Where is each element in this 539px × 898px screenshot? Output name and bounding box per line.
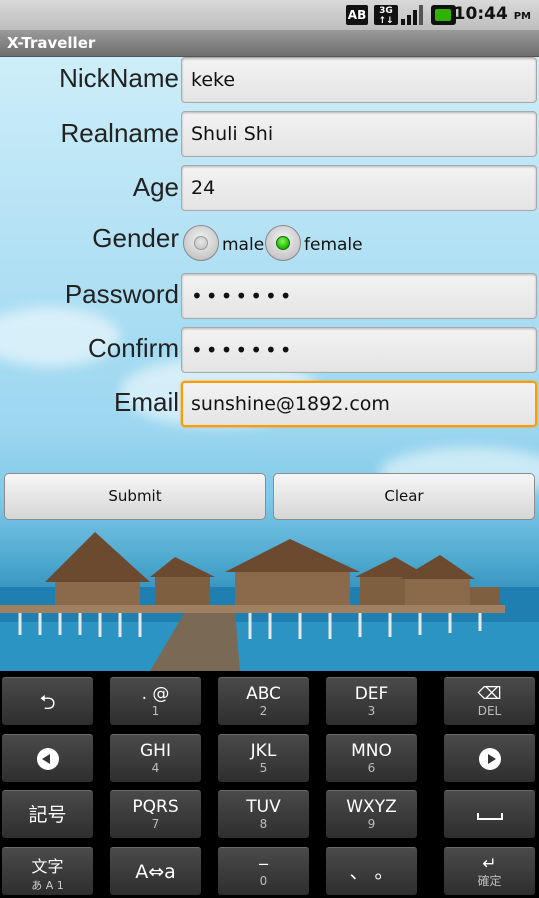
- battery-icon: [431, 5, 456, 25]
- key-4[interactable]: GHI 4: [110, 734, 201, 782]
- key-sublabel: 8: [259, 817, 268, 831]
- signal-strength-icon: [401, 5, 425, 25]
- key-sublabel: 5: [259, 761, 268, 775]
- key-9[interactable]: WXYZ 9: [326, 790, 417, 838]
- delete-key[interactable]: ⌫ DEL: [444, 677, 535, 725]
- email-label: Email: [113, 387, 179, 417]
- key-label: A⇔a: [135, 861, 176, 883]
- realname-label: Realname: [60, 118, 179, 148]
- password-input[interactable]: •••••••: [181, 273, 537, 319]
- confirm-label: Confirm: [87, 333, 179, 363]
- space-icon: [476, 813, 503, 820]
- age-label: Age: [132, 172, 179, 202]
- key-3[interactable]: DEF 3: [326, 677, 417, 725]
- key-sublabel: 3: [367, 704, 376, 718]
- key-label: . @: [141, 684, 170, 704]
- status-bar: AB 3G ↑↓ 10:44 PM: [0, 0, 539, 30]
- key-label: PQRS: [132, 797, 179, 817]
- app-title-bar: X-Traveller: [0, 30, 539, 57]
- resort-background-image: [0, 532, 539, 671]
- key-7[interactable]: PQRS 7: [110, 790, 201, 838]
- key-sublabel: 確定: [477, 874, 502, 888]
- left-arrow-key[interactable]: [2, 734, 93, 782]
- case-toggle-key[interactable]: A⇔a: [110, 847, 201, 895]
- realname-input[interactable]: Shuli Shi: [181, 111, 537, 157]
- app-title: X-Traveller: [7, 34, 96, 52]
- input-mode-key[interactable]: 文字あ A 1: [2, 847, 93, 895]
- key-label: GHI: [140, 741, 171, 761]
- right-arrow-icon: [478, 748, 501, 770]
- key-sublabel: 9: [367, 817, 376, 831]
- key-6[interactable]: MNO 6: [326, 734, 417, 782]
- undo-key[interactable]: ⮌: [2, 677, 93, 725]
- gender-male-label[interactable]: male: [222, 235, 264, 255]
- key-sublabel: 4: [151, 761, 160, 775]
- nickname-label: NickName: [59, 63, 179, 93]
- key-label: 、 。: [349, 861, 394, 883]
- punctuation-key[interactable]: 、 。: [326, 847, 417, 895]
- status-time: 10:44 PM: [453, 4, 531, 24]
- left-arrow-icon: [36, 748, 59, 770]
- age-input[interactable]: 24: [181, 165, 537, 211]
- key-sublabel: 6: [367, 761, 376, 775]
- key-label: DEF: [354, 684, 389, 704]
- key-label: 文字: [31, 857, 64, 876]
- right-arrow-key[interactable]: [444, 734, 535, 782]
- key-label: ‒: [258, 854, 269, 874]
- symbols-key[interactable]: 記号: [2, 790, 93, 838]
- key-label: WXYZ: [346, 797, 397, 817]
- enter-icon: ↵: [482, 854, 497, 874]
- gender-female-label[interactable]: female: [304, 235, 363, 255]
- registration-form: NickName keke Realname Shuli Shi Age 24 …: [0, 57, 539, 671]
- key-label: MNO: [351, 741, 392, 761]
- key-label: ABC: [246, 684, 281, 704]
- submit-button[interactable]: Submit: [4, 473, 266, 520]
- space-key[interactable]: [444, 790, 535, 838]
- key-label: TUV: [246, 797, 281, 817]
- key-2[interactable]: ABC 2: [218, 677, 309, 725]
- confirm-password-input[interactable]: •••••••: [181, 327, 537, 373]
- key-sublabel: 2: [259, 704, 268, 718]
- network-3g-icon: 3G ↑↓: [374, 5, 398, 26]
- email-input[interactable]: sunshine@1892.com: [181, 381, 537, 427]
- nickname-input[interactable]: keke: [181, 57, 537, 103]
- key-8[interactable]: TUV 8: [218, 790, 309, 838]
- ab-icon: AB: [346, 5, 368, 25]
- gender-label: Gender: [92, 223, 179, 253]
- gender-male-radio[interactable]: [183, 225, 219, 261]
- key-5[interactable]: JKL 5: [218, 734, 309, 782]
- key-sublabel: あ A 1: [31, 879, 64, 892]
- gender-female-radio[interactable]: [265, 225, 301, 261]
- delete-icon: ⌫: [477, 684, 502, 704]
- undo-icon: ⮌: [39, 690, 56, 714]
- key-sublabel: DEL: [477, 704, 502, 718]
- password-label: Password: [64, 279, 179, 309]
- key-label: JKL: [250, 741, 277, 761]
- clear-button[interactable]: Clear: [273, 473, 535, 520]
- key-sublabel: 7: [151, 817, 160, 831]
- key-sublabel: 1: [151, 704, 160, 718]
- key-0[interactable]: ‒ 0: [218, 847, 309, 895]
- radio-indicator: [194, 236, 208, 250]
- key-1[interactable]: . @1: [110, 677, 201, 725]
- key-sublabel: 0: [259, 874, 268, 888]
- soft-keyboard: ⮌ . @1 ABC 2 DEF 3 ⌫ DEL GHI 4 JKL 5 MNO 6 記号 …: [0, 671, 539, 898]
- radio-indicator-selected: [276, 236, 290, 250]
- enter-key[interactable]: ↵ 確定: [444, 847, 535, 895]
- key-label: 記号: [28, 804, 67, 826]
